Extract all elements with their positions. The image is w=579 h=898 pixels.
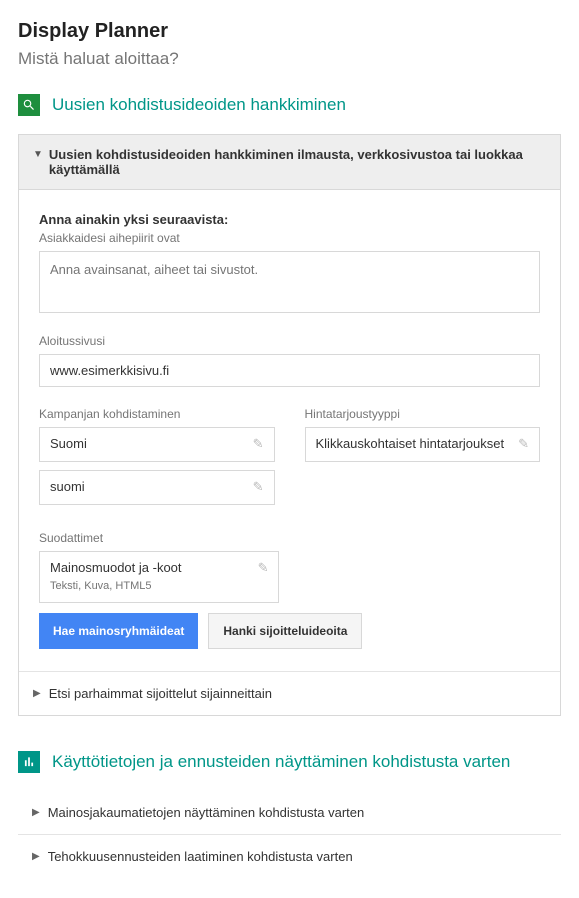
chevron-right-icon: ▶ xyxy=(33,688,41,699)
expand-placements-label: Etsi parhaimmat sijoittelut sijainneitta… xyxy=(49,686,272,701)
chevron-right-icon: ▶ xyxy=(32,807,40,818)
chevron-right-icon: ▶ xyxy=(32,851,40,862)
targeting-label: Kampanjan kohdistaminen xyxy=(39,407,275,421)
targeting-country-selector[interactable]: Suomi ✎ xyxy=(39,427,275,462)
bid-value: Klikkauskohtaiset hintatarjoukset xyxy=(316,436,505,453)
page-title: Display Planner xyxy=(18,20,561,43)
topics-input[interactable] xyxy=(39,251,540,313)
search-icon xyxy=(18,94,40,116)
forecasts-panel: ▶ Mainosjakaumatietojen näyttäminen kohd… xyxy=(18,791,561,878)
section-title-ideas: Uusien kohdistusideoiden hankkiminen xyxy=(52,94,346,116)
instruction-label: Anna ainakin yksi seuraavista: xyxy=(39,212,540,227)
page-subtitle: Mistä haluat aloittaa? xyxy=(18,49,561,69)
chart-icon xyxy=(18,751,40,773)
expand-placements[interactable]: ▶ Etsi parhaimmat sijoittelut sijainneit… xyxy=(19,671,560,715)
filters-sub: Teksti, Kuva, HTML5 xyxy=(50,580,151,592)
filters-title: Mainosmuodot ja -koot xyxy=(50,560,182,575)
targeting-lang-selector[interactable]: suomi ✎ xyxy=(39,470,275,505)
targeting-country-value: Suomi xyxy=(50,436,87,453)
expand-performance-label: Tehokkuusennusteiden laatiminen kohdistu… xyxy=(48,849,353,864)
section-header-ideas: Uusien kohdistusideoiden hankkiminen xyxy=(18,94,561,116)
topics-label: Asiakkaidesi aihepiirit ovat xyxy=(39,231,540,245)
bid-label: Hintatarjoustyyppi xyxy=(305,407,541,421)
expand-inventory-label: Mainosjakaumatietojen näyttäminen kohdis… xyxy=(48,805,365,820)
panel-ideas: ▼ Uusien kohdistusideoiden hankkiminen i… xyxy=(18,134,561,716)
pencil-icon: ✎ xyxy=(518,436,529,452)
section-title-forecasts: Käyttötietojen ja ennusteiden näyttämine… xyxy=(52,751,510,773)
landing-label: Aloitussivusi xyxy=(39,334,540,348)
filters-label: Suodattimet xyxy=(39,531,540,545)
pencil-icon: ✎ xyxy=(258,560,269,576)
filters-selector[interactable]: Mainosmuodot ja -koot Teksti, Kuva, HTML… xyxy=(39,551,279,603)
panel-body: Anna ainakin yksi seuraavista: Asiakkaid… xyxy=(19,190,560,671)
bid-selector[interactable]: Klikkauskohtaiset hintatarjoukset ✎ xyxy=(305,427,541,462)
pencil-icon: ✎ xyxy=(253,436,264,452)
panel-header-ideas[interactable]: ▼ Uusien kohdistusideoiden hankkiminen i… xyxy=(19,135,560,190)
get-placement-ideas-button[interactable]: Hanki sijoitteluideoita xyxy=(208,613,362,649)
chevron-down-icon: ▼ xyxy=(33,149,43,160)
targeting-lang-value: suomi xyxy=(50,479,85,496)
section-header-forecasts: Käyttötietojen ja ennusteiden näyttämine… xyxy=(18,751,561,773)
landing-input[interactable] xyxy=(39,354,540,387)
expand-inventory[interactable]: ▶ Mainosjakaumatietojen näyttäminen kohd… xyxy=(18,791,561,834)
get-adgroup-ideas-button[interactable]: Hae mainosryhmäideat xyxy=(39,613,198,649)
pencil-icon: ✎ xyxy=(253,479,264,495)
expand-performance[interactable]: ▶ Tehokkuusennusteiden laatiminen kohdis… xyxy=(18,834,561,878)
panel-header-label: Uusien kohdistusideoiden hankkiminen ilm… xyxy=(49,147,546,177)
